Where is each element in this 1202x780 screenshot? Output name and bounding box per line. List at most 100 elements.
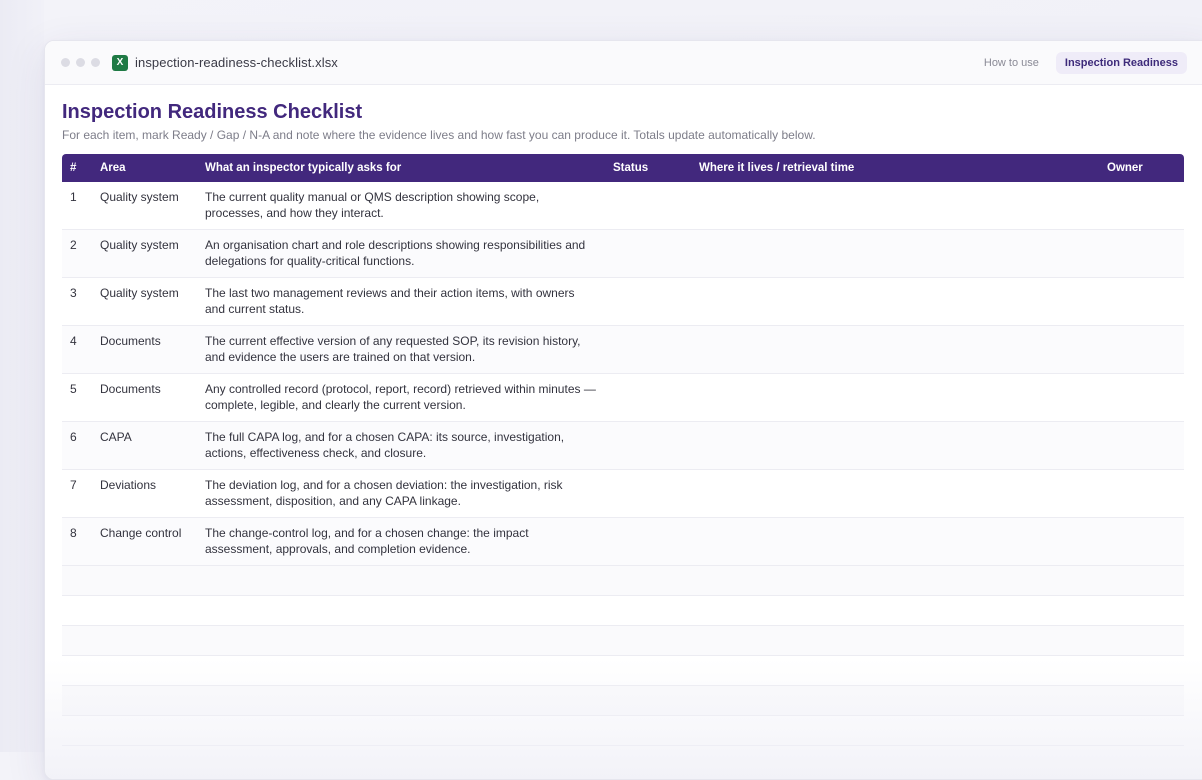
owner-cell[interactable] <box>1099 325 1184 374</box>
ask-cell[interactable]: The last two management reviews and thei… <box>197 277 605 326</box>
area-cell[interactable]: Deviations <box>92 469 197 518</box>
status-cell[interactable] <box>605 325 691 374</box>
area-cell[interactable]: Quality system <box>92 277 197 326</box>
empty-cell[interactable] <box>1099 565 1184 596</box>
where-cell[interactable] <box>691 182 1099 230</box>
empty-cell[interactable] <box>1099 655 1184 686</box>
empty-cell[interactable] <box>605 565 691 596</box>
empty-cell[interactable] <box>92 685 197 716</box>
ask-cell[interactable]: An organisation chart and role descripti… <box>197 229 605 278</box>
ask-cell[interactable]: The deviation log, and for a chosen devi… <box>197 469 605 518</box>
row-number-cell[interactable]: 3 <box>62 277 92 326</box>
empty-cell[interactable] <box>691 565 1099 596</box>
ask-cell[interactable]: The current quality manual or QMS descri… <box>197 182 605 230</box>
empty-cell[interactable] <box>197 625 605 656</box>
owner-cell[interactable] <box>1099 229 1184 278</box>
empty-cell[interactable] <box>1099 685 1184 716</box>
column-header-where[interactable]: Where it lives / retrieval time <box>691 154 1099 182</box>
area-cell[interactable]: Change control <box>92 517 197 566</box>
empty-cell[interactable] <box>691 595 1099 626</box>
owner-cell[interactable] <box>1099 277 1184 326</box>
table-body: 1 Quality system The current quality manua… <box>62 182 1184 746</box>
status-cell[interactable] <box>605 517 691 566</box>
empty-cell[interactable] <box>1099 595 1184 626</box>
ask-cell[interactable]: The current effective version of any req… <box>197 325 605 374</box>
row-number-cell[interactable]: 1 <box>62 182 92 230</box>
empty-cell[interactable] <box>62 565 92 596</box>
where-cell[interactable] <box>691 325 1099 374</box>
table-header: # Area What an inspector typically asks … <box>62 154 1184 182</box>
owner-cell[interactable] <box>1099 182 1184 230</box>
area-cell[interactable]: Documents <box>92 373 197 422</box>
sheet-tabs: How to use Inspection Readiness <box>975 51 1187 74</box>
column-header-ask[interactable]: What an inspector typically asks for <box>197 154 605 182</box>
minimize-window-dot[interactable] <box>76 58 85 67</box>
empty-cell[interactable] <box>691 685 1099 716</box>
area-cell[interactable]: Quality system <box>92 182 197 230</box>
status-cell[interactable] <box>605 229 691 278</box>
where-cell[interactable] <box>691 469 1099 518</box>
maximize-window-dot[interactable] <box>91 58 100 67</box>
column-header-area[interactable]: Area <box>92 154 197 182</box>
status-cell[interactable] <box>605 373 691 422</box>
empty-cell[interactable] <box>691 625 1099 656</box>
empty-cell[interactable] <box>62 625 92 656</box>
status-cell[interactable] <box>605 182 691 230</box>
area-cell[interactable]: CAPA <box>92 421 197 470</box>
tab-how-to-use[interactable]: How to use <box>975 52 1048 74</box>
owner-cell[interactable] <box>1099 421 1184 470</box>
row-number-cell[interactable]: 5 <box>62 373 92 422</box>
status-cell[interactable] <box>605 421 691 470</box>
area-cell[interactable]: Documents <box>92 325 197 374</box>
empty-cell[interactable] <box>92 625 197 656</box>
empty-cell[interactable] <box>62 655 92 686</box>
empty-cell[interactable] <box>605 595 691 626</box>
empty-cell[interactable] <box>92 595 197 626</box>
empty-cell[interactable] <box>691 715 1099 746</box>
row-number-cell[interactable]: 7 <box>62 469 92 518</box>
where-cell[interactable] <box>691 517 1099 566</box>
empty-row <box>62 625 1184 656</box>
area-cell[interactable]: Quality system <box>92 229 197 278</box>
empty-cell[interactable] <box>62 715 92 746</box>
column-header-owner[interactable]: Owner <box>1099 154 1184 182</box>
ask-cell[interactable]: The full CAPA log, and for a chosen CAPA… <box>197 421 605 470</box>
ask-cell[interactable]: The change-control log, and for a chosen… <box>197 517 605 566</box>
row-number-cell[interactable]: 6 <box>62 421 92 470</box>
empty-cell[interactable] <box>1099 715 1184 746</box>
status-cell[interactable] <box>605 469 691 518</box>
empty-cell[interactable] <box>92 565 197 596</box>
row-number-cell[interactable]: 8 <box>62 517 92 566</box>
empty-cell[interactable] <box>197 565 605 596</box>
empty-cell[interactable] <box>691 655 1099 686</box>
empty-cell[interactable] <box>605 685 691 716</box>
owner-cell[interactable] <box>1099 517 1184 566</box>
empty-cell[interactable] <box>197 685 605 716</box>
where-cell[interactable] <box>691 373 1099 422</box>
where-cell[interactable] <box>691 229 1099 278</box>
column-header-status[interactable]: Status <box>605 154 691 182</box>
empty-cell[interactable] <box>605 655 691 686</box>
empty-cell[interactable] <box>605 715 691 746</box>
empty-cell[interactable] <box>92 655 197 686</box>
empty-cell[interactable] <box>62 685 92 716</box>
tab-inspection-readiness[interactable]: Inspection Readiness <box>1055 51 1187 74</box>
empty-cell[interactable] <box>197 595 605 626</box>
empty-cell[interactable] <box>92 715 197 746</box>
status-cell[interactable] <box>605 277 691 326</box>
empty-cell[interactable] <box>197 655 605 686</box>
empty-cell[interactable] <box>62 595 92 626</box>
empty-cell[interactable] <box>605 625 691 656</box>
ask-cell[interactable]: Any controlled record (protocol, report,… <box>197 373 605 422</box>
table-row: 5 Documents Any controlled record (protoco… <box>62 373 1184 422</box>
where-cell[interactable] <box>691 421 1099 470</box>
column-header-number[interactable]: # <box>62 154 92 182</box>
empty-cell[interactable] <box>1099 625 1184 656</box>
row-number-cell[interactable]: 2 <box>62 229 92 278</box>
where-cell[interactable] <box>691 277 1099 326</box>
close-window-dot[interactable] <box>61 58 70 67</box>
owner-cell[interactable] <box>1099 373 1184 422</box>
row-number-cell[interactable]: 4 <box>62 325 92 374</box>
empty-cell[interactable] <box>197 715 605 746</box>
owner-cell[interactable] <box>1099 469 1184 518</box>
